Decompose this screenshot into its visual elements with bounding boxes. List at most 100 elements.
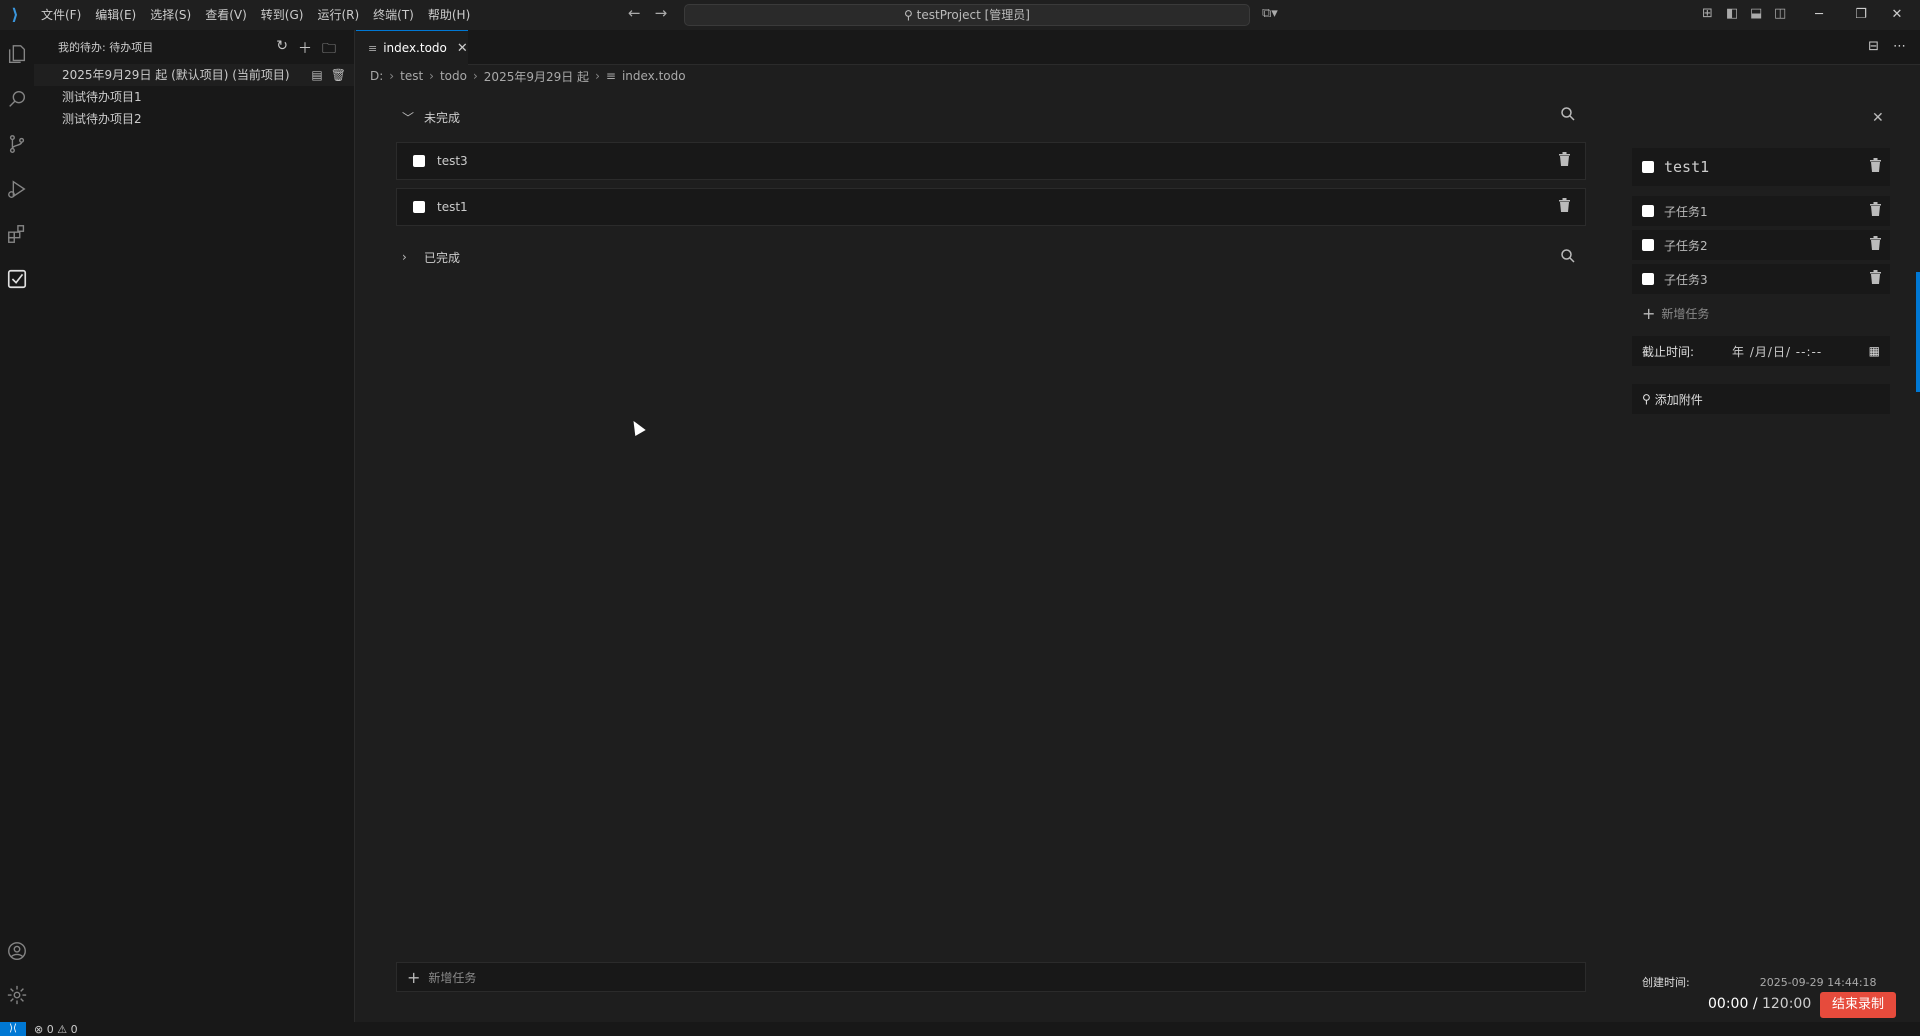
- trash-icon[interactable]: [1869, 270, 1882, 288]
- account-icon[interactable]: [0, 934, 34, 968]
- project-item[interactable]: 2025年9月29日 起 (默认项目) (当前项目) ▤ 🗑: [34, 64, 354, 86]
- stop-recording-button[interactable]: 结束录制: [1820, 992, 1896, 1018]
- plus-icon: +: [407, 967, 421, 987]
- toggle-sidebar-icon[interactable]: ◧: [1726, 6, 1738, 21]
- toggle-panel-icon[interactable]: ⬓: [1750, 6, 1762, 21]
- menu-edit[interactable]: 编辑(E): [88, 0, 143, 30]
- close-detail-icon[interactable]: ✕: [1872, 110, 1884, 126]
- search-icon: ⚲: [904, 8, 913, 22]
- search-icon[interactable]: [0, 82, 34, 116]
- menu-file[interactable]: 文件(F): [34, 0, 88, 30]
- delete-project-icon[interactable]: 🗑: [331, 64, 346, 86]
- add-subtask-input[interactable]: + 新增任务: [1632, 300, 1890, 326]
- section-incomplete[interactable]: ﹀ 未完成: [402, 102, 460, 132]
- chevron-right-icon: ›: [472, 69, 478, 83]
- close-tab-icon[interactable]: ✕: [457, 41, 468, 56]
- calendar-icon[interactable]: ▦: [1869, 344, 1880, 358]
- error-icon: ⊗: [34, 1022, 44, 1036]
- tab-label: index.todo: [383, 41, 447, 55]
- search-incomplete-icon[interactable]: [1560, 106, 1576, 126]
- trash-icon[interactable]: [1558, 198, 1571, 216]
- subtask-checkbox[interactable]: [1642, 273, 1654, 285]
- menu-help[interactable]: 帮助(H): [421, 0, 477, 30]
- subtask-label: 子任务3: [1664, 272, 1708, 287]
- refresh-icon[interactable]: ↻: [276, 38, 288, 62]
- chevron-right-icon: ›: [429, 69, 434, 83]
- settings-gear-icon[interactable]: [0, 978, 34, 1012]
- add-task-input[interactable]: + 新增任务: [396, 962, 1586, 992]
- copilot-icon[interactable]: ⧉▾: [1262, 6, 1278, 21]
- close-window-button[interactable]: ✕: [1874, 0, 1920, 30]
- menu-go[interactable]: 转到(G): [254, 0, 311, 30]
- section-completed[interactable]: › 已完成: [402, 242, 460, 272]
- forward-arrow-icon[interactable]: →: [655, 4, 668, 22]
- detail-task-title[interactable]: test1: [1664, 158, 1709, 176]
- minimize-button[interactable]: ─: [1796, 0, 1842, 30]
- menu-view[interactable]: 查看(V): [198, 0, 254, 30]
- task-row[interactable]: test3: [396, 142, 1586, 180]
- project-label: 2025年9月29日 起 (默认项目) (当前项目): [62, 68, 290, 82]
- back-arrow-icon[interactable]: ←: [628, 4, 641, 22]
- menu-bar: 文件(F) 编辑(E) 选择(S) 查看(V) 转到(G) 运行(R) 终端(T…: [34, 0, 477, 30]
- trash-icon[interactable]: [1558, 152, 1571, 170]
- task-checkbox[interactable]: [413, 201, 425, 213]
- detail-task-header[interactable]: test1: [1632, 148, 1890, 186]
- project-item[interactable]: 测试待办项目2: [34, 108, 354, 130]
- trash-icon[interactable]: [1869, 202, 1882, 220]
- more-actions-icon[interactable]: ⋯: [1893, 39, 1906, 54]
- recording-timer: 00:00 / 120:00: [1708, 996, 1812, 1012]
- breadcrumb-item[interactable]: index.todo: [622, 69, 686, 83]
- breadcrumb-item[interactable]: D:: [370, 69, 383, 83]
- task-checkbox[interactable]: [1642, 161, 1654, 173]
- extensions-icon[interactable]: [0, 217, 34, 251]
- menu-selection[interactable]: 选择(S): [143, 0, 198, 30]
- chevron-right-icon: ›: [389, 69, 395, 83]
- paperclip-icon: ⚲: [1642, 392, 1651, 406]
- subtask-checkbox[interactable]: [1642, 239, 1654, 251]
- problems-indicator[interactable]: ⊗ 0 ⚠ 0: [34, 1023, 78, 1036]
- subtask-checkbox[interactable]: [1642, 205, 1654, 217]
- trash-icon[interactable]: [1869, 158, 1882, 176]
- todo-checklist-icon[interactable]: [0, 262, 34, 296]
- breadcrumb-item[interactable]: 2025年9月29日 起: [484, 68, 589, 85]
- customize-layout-icon[interactable]: ⊞: [1702, 6, 1713, 21]
- subtask-row[interactable]: 子任务2: [1632, 230, 1890, 260]
- scrollbar-thumb[interactable]: [1916, 272, 1920, 392]
- deadline-datetime-input[interactable]: 年 /月/日/ --:--: [1732, 343, 1822, 360]
- command-center-search[interactable]: ⚲ testProject [管理员]: [684, 4, 1250, 26]
- menu-terminal[interactable]: 终端(T): [366, 0, 421, 30]
- project-label: 测试待办项目2: [62, 112, 142, 126]
- open-folder-icon[interactable]: 🗀: [322, 38, 336, 62]
- warning-count: 0: [70, 1022, 78, 1036]
- search-completed-icon[interactable]: [1560, 248, 1576, 268]
- file-icon: ≡: [605, 69, 616, 83]
- remote-indicator-icon[interactable]: ⟩⟨: [0, 1022, 26, 1036]
- plus-icon: +: [1642, 303, 1656, 323]
- task-row[interactable]: test1: [396, 188, 1586, 226]
- breadcrumb-item[interactable]: todo: [440, 69, 467, 83]
- created-value: 2025-09-29 14:44:18: [1759, 975, 1877, 989]
- subtask-row[interactable]: 子任务3: [1632, 264, 1890, 294]
- tab-index-todo[interactable]: ≡ index.todo ✕: [356, 30, 468, 65]
- toggle-secondary-sidebar-icon[interactable]: ◫: [1774, 6, 1786, 21]
- subtask-row[interactable]: 子任务1: [1632, 196, 1890, 226]
- edit-project-icon[interactable]: ▤: [311, 64, 322, 86]
- deadline-label: 截止时间:: [1642, 344, 1695, 359]
- trash-icon[interactable]: [1869, 236, 1882, 254]
- project-item[interactable]: 测试待办项目1: [34, 86, 354, 108]
- breadcrumb: D: › test › todo › 2025年9月29日 起 › ≡ inde…: [370, 66, 686, 86]
- source-control-icon[interactable]: [0, 127, 34, 161]
- add-attachment-button[interactable]: ⚲ 添加附件: [1632, 384, 1890, 414]
- recording-elapsed: 00:00: [1708, 996, 1749, 1012]
- editor-tabs: ≡ index.todo ✕ ⊟ ⋯: [356, 30, 1920, 65]
- menu-run[interactable]: 运行(R): [310, 0, 366, 30]
- split-editor-icon[interactable]: ⊟: [1868, 39, 1879, 54]
- task-checkbox[interactable]: [413, 155, 425, 167]
- add-project-icon[interactable]: ＋: [298, 38, 312, 62]
- activity-bar: [0, 30, 34, 1022]
- add-subtask-placeholder: 新增任务: [1661, 306, 1710, 321]
- run-debug-icon[interactable]: [0, 172, 34, 206]
- subtask-label: 子任务2: [1664, 238, 1708, 253]
- breadcrumb-item[interactable]: test: [400, 69, 423, 83]
- explorer-icon[interactable]: [0, 37, 34, 71]
